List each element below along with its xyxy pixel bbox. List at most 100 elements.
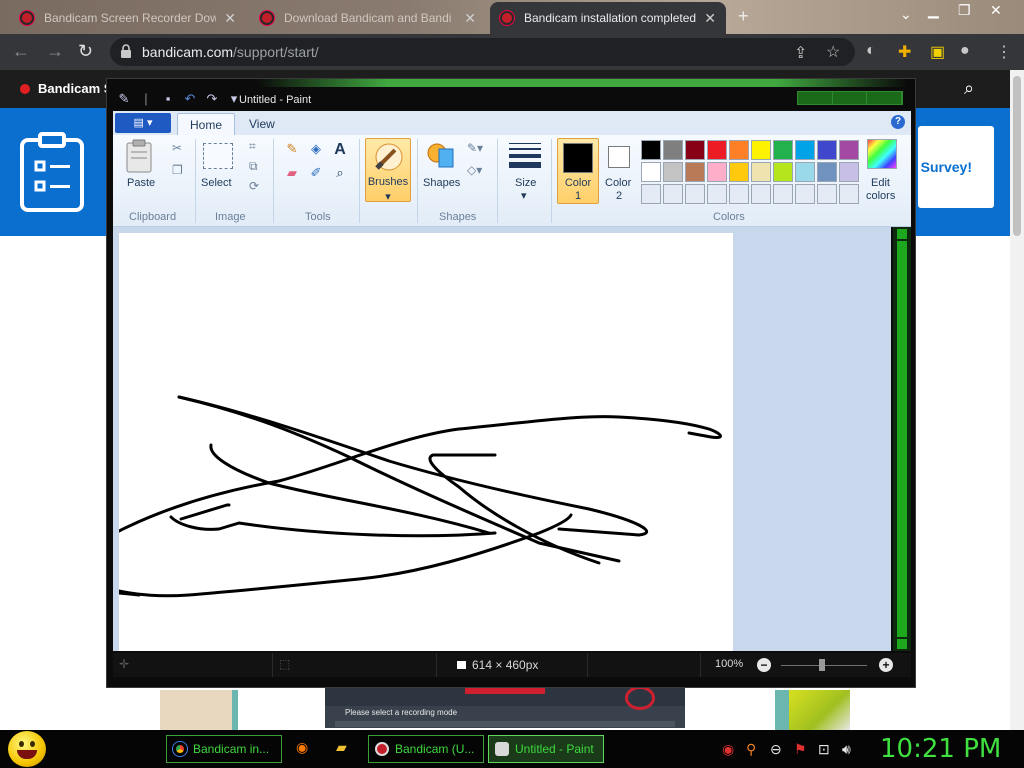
canvas-vertical-scrollbar[interactable] <box>893 227 911 651</box>
drawing-canvas[interactable] <box>117 233 733 651</box>
bandicam-tray-icon[interactable]: ◉ <box>722 741 734 758</box>
browser-tab-download-bandicam[interactable]: Download Bandicam and Bandi ✕ <box>250 2 486 34</box>
page-scrollbar[interactable] <box>1010 70 1024 730</box>
palette-swatch[interactable] <box>641 162 661 182</box>
fill-bucket-icon[interactable]: ◈ <box>305 141 327 163</box>
select-button[interactable]: Select <box>201 177 232 189</box>
paste-clipboard-icon[interactable] <box>125 139 153 173</box>
file-explorer-folder-icon[interactable]: ▰ <box>336 739 347 756</box>
rotate-icon[interactable]: ⟳ <box>249 179 259 193</box>
palette-swatch[interactable] <box>773 184 793 204</box>
zoom-slider-thumb[interactable] <box>819 659 825 671</box>
taskbar-clock[interactable]: 10:21 PM <box>880 734 1001 764</box>
bookmark-star-icon[interactable]: ☆ <box>826 42 840 62</box>
edit-colors-label-line2[interactable]: colors <box>866 190 895 202</box>
network-tray-icon[interactable]: ⊡ <box>818 741 830 758</box>
palette-swatch[interactable] <box>817 184 837 204</box>
paint-maximize-button[interactable] <box>832 92 868 104</box>
palette-swatch[interactable] <box>839 162 859 182</box>
copy-icon[interactable]: ❐ <box>172 163 183 177</box>
palette-swatch[interactable] <box>641 184 661 204</box>
survey-button[interactable]: Survey! <box>918 126 994 208</box>
palette-swatch[interactable] <box>641 140 661 160</box>
palette-swatch[interactable] <box>685 184 705 204</box>
color1-button[interactable]: Color 1 <box>557 138 599 204</box>
palette-swatch[interactable] <box>839 184 859 204</box>
close-icon[interactable]: ✕ <box>464 10 476 27</box>
outline-icon[interactable]: ✎▾ <box>467 141 483 155</box>
palette-swatch[interactable] <box>707 184 727 204</box>
eraser-icon[interactable]: ▰ <box>281 165 303 187</box>
tab-view[interactable]: View <box>237 113 287 135</box>
palette-swatch[interactable] <box>751 184 771 204</box>
palette-swatch[interactable] <box>817 140 837 160</box>
address-bar[interactable]: bandicam.com/support/start/ ⇪ ☆ <box>110 38 855 66</box>
palette-swatch[interactable] <box>729 162 749 182</box>
palette-swatch[interactable] <box>685 140 705 160</box>
redo-icon[interactable]: ↷ <box>203 91 221 107</box>
site-brand[interactable]: Bandicam S <box>20 81 112 96</box>
search-tray-icon[interactable]: ⚲ <box>746 741 756 758</box>
palette-swatch[interactable] <box>839 140 859 160</box>
bandicam-recorder-bar[interactable]: Please select a recording mode <box>325 686 685 728</box>
palette-swatch[interactable] <box>663 162 683 182</box>
restore-icon[interactable]: ❐ <box>958 2 971 19</box>
palette-swatch[interactable] <box>795 140 815 160</box>
shapes-button[interactable]: Shapes <box>423 177 460 189</box>
firefox-icon[interactable]: ◉ <box>296 739 308 756</box>
scroll-down-arrow-icon[interactable] <box>897 639 907 649</box>
undo-icon[interactable]: ↶ <box>181 91 199 107</box>
file-menu-button[interactable]: ▤ ▾ <box>115 113 171 133</box>
cut-scissors-icon[interactable]: ✂ <box>172 141 182 155</box>
palette-swatch[interactable] <box>663 184 683 204</box>
text-tool-icon[interactable]: A <box>329 141 351 163</box>
shapes-icon[interactable] <box>425 139 457 171</box>
tab-search-chevron-icon[interactable]: ⌄ <box>900 6 912 23</box>
size-button[interactable]: Size <box>515 177 536 189</box>
share-icon[interactable]: ⇪ <box>794 43 807 63</box>
volume-tray-icon[interactable]: 🔊︎ <box>842 741 851 758</box>
resize-icon[interactable]: ⧉ <box>249 159 258 174</box>
minus-tray-icon[interactable]: ⊖ <box>770 741 782 758</box>
palette-swatch[interactable] <box>707 140 727 160</box>
palette-swatch[interactable] <box>751 140 771 160</box>
palette-swatch[interactable] <box>773 140 793 160</box>
scrollbar-thumb[interactable] <box>1013 76 1021 236</box>
select-marquee-icon[interactable] <box>203 143 233 169</box>
palette-swatch[interactable] <box>751 162 771 182</box>
close-icon[interactable]: ✕ <box>704 10 716 27</box>
edit-colors-label-line1[interactable]: Edit <box>871 177 890 189</box>
magnifier-icon[interactable]: ⌕ <box>329 165 351 187</box>
fill-icon[interactable]: ◇▾ <box>467 163 482 177</box>
forward-arrow-icon[interactable]: → <box>46 42 64 60</box>
window-close-icon[interactable]: ✕ <box>990 2 1002 19</box>
record-icon[interactable] <box>625 686 655 710</box>
menu-kebab-icon[interactable]: ⋮ <box>996 42 1012 62</box>
paint-close-button[interactable] <box>867 92 903 104</box>
close-icon[interactable]: ✕ <box>224 10 236 27</box>
taskbar-item-chrome[interactable]: Bandicam in... <box>166 735 282 763</box>
back-arrow-icon[interactable]: ← <box>12 42 30 60</box>
palette-swatch[interactable] <box>795 184 815 204</box>
palette-swatch[interactable] <box>817 162 837 182</box>
pencil-icon[interactable]: ✎ <box>281 141 303 163</box>
scroll-up-arrow-icon[interactable] <box>897 229 907 239</box>
color-picker-icon[interactable]: ✐ <box>305 165 327 187</box>
save-icon[interactable]: ▪ <box>159 91 177 107</box>
help-icon[interactable]: ? <box>891 115 905 129</box>
scrollbar-track[interactable] <box>897 241 907 637</box>
start-button-smiley-icon[interactable] <box>8 731 46 767</box>
paste-button[interactable]: Paste <box>127 177 155 189</box>
flag-tray-icon[interactable]: ⚑ <box>794 741 807 758</box>
paint-app-icon[interactable]: ✎ <box>115 91 133 107</box>
palette-swatch[interactable] <box>729 140 749 160</box>
crop-icon[interactable]: ⌗ <box>249 139 256 154</box>
brushes-button[interactable]: Brushes ▾ <box>365 138 411 203</box>
palette-swatch[interactable] <box>707 162 727 182</box>
browser-tab-installation-completed[interactable]: Bandicam installation completed ✕ <box>490 2 726 34</box>
puzzle-icon[interactable]: ✚ <box>898 42 911 62</box>
palette-swatch[interactable] <box>729 184 749 204</box>
edit-colors-rainbow-icon[interactable] <box>867 139 897 169</box>
palette-swatch[interactable] <box>773 162 793 182</box>
palette-swatch[interactable] <box>663 140 683 160</box>
